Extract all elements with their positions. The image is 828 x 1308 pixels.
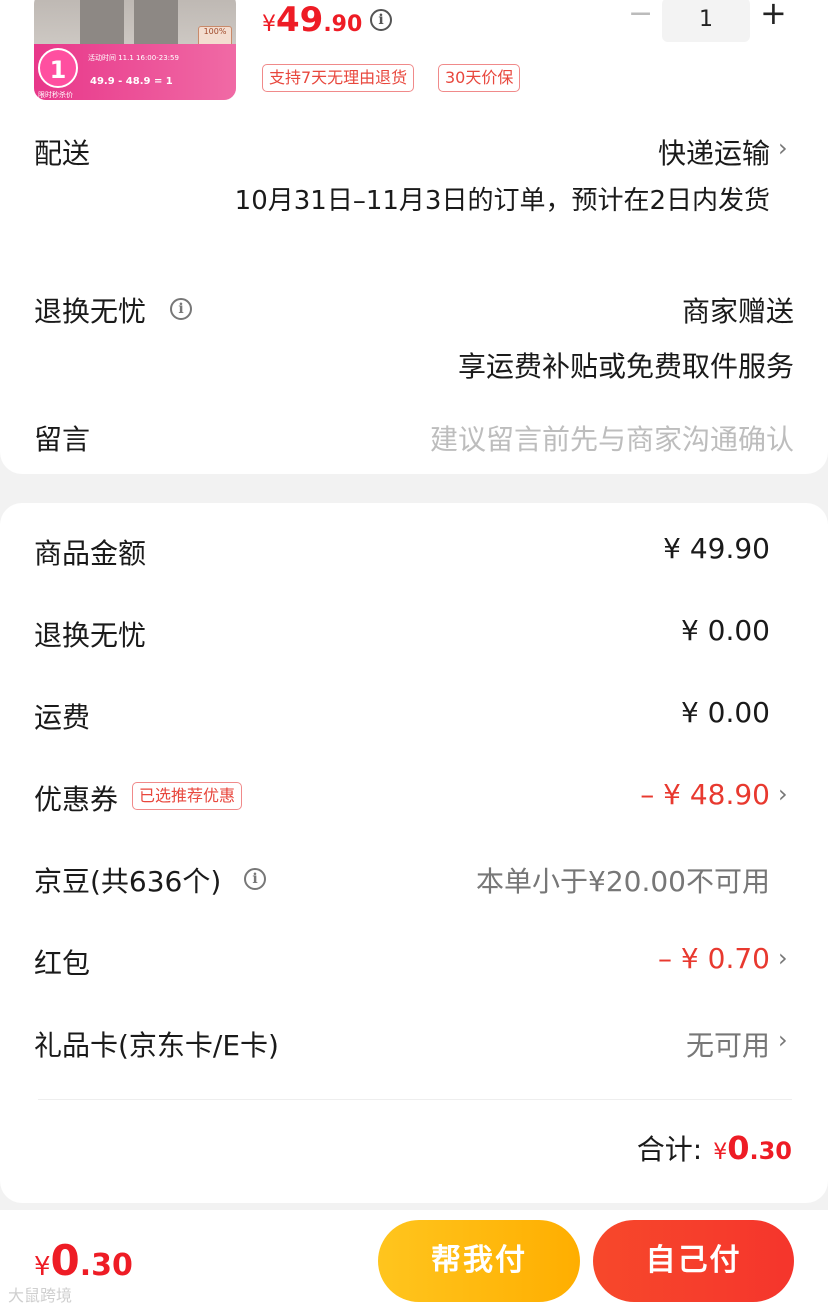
redpacket-value[interactable]: – ¥ 0.70 bbox=[658, 942, 770, 975]
chevron-right-icon[interactable]: › bbox=[778, 1026, 788, 1054]
summary-row-label: 运费 bbox=[34, 701, 91, 734]
jingdou-value: 本单小于¥20.00不可用 bbox=[476, 865, 770, 898]
returns-note: 享运费补贴或免费取件服务 bbox=[457, 350, 794, 383]
summary-divider bbox=[38, 1099, 792, 1100]
product-price: ¥49.90 bbox=[262, 0, 363, 40]
watermark: 大鼠跨境 bbox=[8, 1286, 73, 1305]
coupon-recommended-tag: 已选推荐优惠 bbox=[132, 782, 243, 810]
shipping-method[interactable]: 快递运输 bbox=[658, 132, 770, 172]
qty-plus-button[interactable]: + bbox=[760, 0, 787, 32]
chevron-right-icon[interactable]: › bbox=[778, 134, 788, 162]
total-dec: .30 bbox=[749, 1137, 792, 1165]
return-policy-tag: 支持7天无理由退货 bbox=[262, 64, 415, 92]
shipping-note: 10月31日–11月3日的订单，预计在2日内发货 bbox=[234, 186, 770, 216]
giftcard-value[interactable]: 无可用 bbox=[686, 1024, 770, 1064]
product-thumbnail[interactable]: 100% 1 活动时间 11.1 16:00-23:59 限时秒杀价 49.9 … bbox=[34, 0, 236, 100]
jingdou-label: 京豆(共636个) bbox=[34, 865, 222, 898]
qty-minus-button[interactable]: − bbox=[628, 0, 653, 31]
summary-row-value: ¥ 49.90 bbox=[663, 532, 770, 565]
summary-row-label: 退换无忧 bbox=[34, 619, 147, 652]
order-item-card: 100% 1 活动时间 11.1 16:00-23:59 限时秒杀价 49.9 … bbox=[0, 0, 828, 474]
returns-label: 退换无忧 bbox=[34, 295, 147, 328]
summary-row-value: ¥ 0.00 bbox=[680, 696, 770, 729]
giftcard-label: 礼品卡(京东卡/E卡) bbox=[34, 1029, 279, 1062]
chevron-right-icon[interactable]: › bbox=[778, 944, 788, 972]
thumb-time-text: 活动时间 11.1 16:00-23:59 bbox=[88, 54, 179, 62]
coupon-label: 优惠券 bbox=[34, 783, 119, 816]
redpacket-label: 红包 bbox=[34, 947, 91, 980]
price-summary-card bbox=[0, 503, 828, 1203]
coupon-value[interactable]: – ¥ 48.90 bbox=[640, 778, 770, 811]
jingdou-info-icon[interactable]: i bbox=[244, 868, 266, 890]
shipping-label: 配送 bbox=[34, 137, 91, 170]
total-symbol: ¥ bbox=[713, 1140, 728, 1165]
summary-row-label: 商品金额 bbox=[34, 537, 147, 570]
qty-input[interactable]: 1 bbox=[662, 0, 750, 42]
thumb-badge-caption: 限时秒杀价 bbox=[38, 91, 73, 99]
price-info-icon[interactable]: i bbox=[370, 9, 392, 31]
self-pay-button[interactable]: 自己付 bbox=[593, 1220, 794, 1302]
total-label: 合计: bbox=[636, 1133, 703, 1166]
thumb-price-badge: 1 bbox=[38, 48, 78, 88]
total-int: 0 bbox=[727, 1129, 750, 1167]
chevron-right-icon[interactable]: › bbox=[778, 780, 788, 808]
summary-row-value: ¥ 0.00 bbox=[680, 614, 770, 647]
returns-value: 商家赠送 bbox=[681, 295, 794, 328]
message-input[interactable]: 建议留言前先与商家沟通确认 bbox=[430, 418, 794, 458]
returns-info-icon[interactable]: i bbox=[170, 298, 192, 320]
help-pay-button[interactable]: 帮我付 bbox=[378, 1220, 580, 1302]
thumb-calc-text: 49.9 - 48.9 = 1 bbox=[90, 76, 173, 87]
footer-total-price: ¥0.30 bbox=[34, 1236, 133, 1285]
message-label: 留言 bbox=[34, 423, 91, 456]
price-protect-tag: 30天价保 bbox=[438, 64, 521, 92]
total-line: 合计: ¥0.30 bbox=[637, 1128, 792, 1168]
